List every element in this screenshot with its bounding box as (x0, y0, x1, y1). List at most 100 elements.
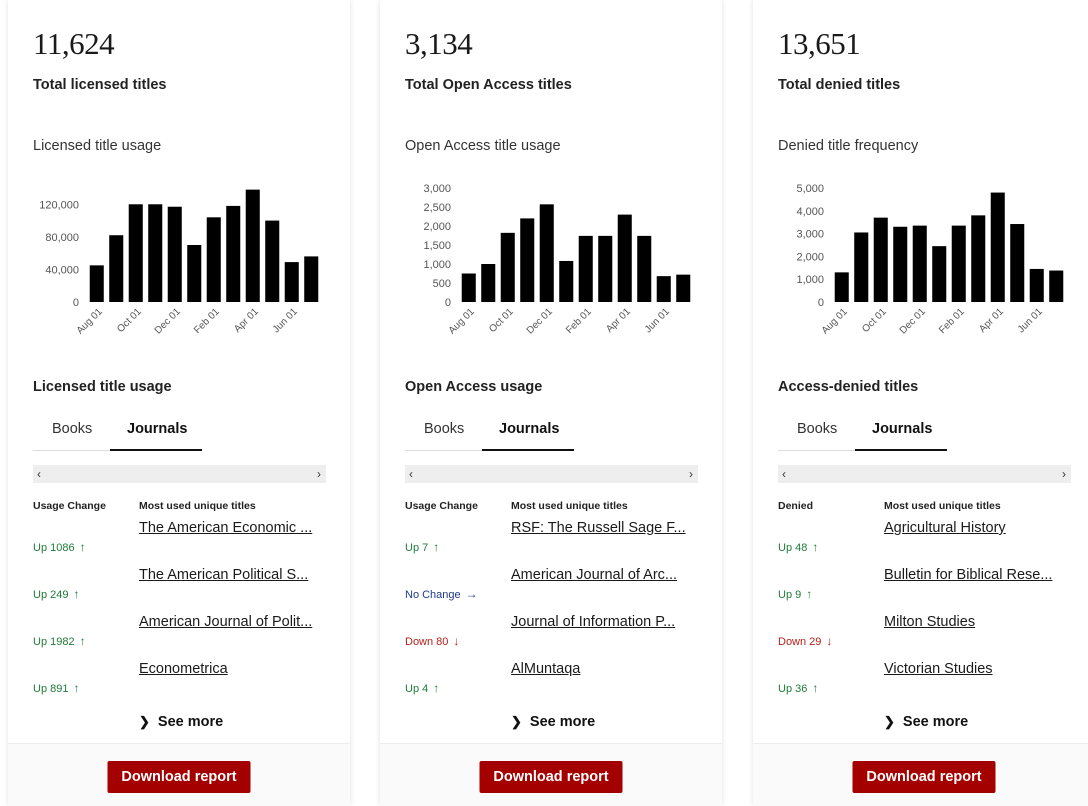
download-report-button[interactable]: Download report (107, 761, 251, 793)
tab-journals[interactable]: Journals (872, 421, 932, 437)
horizontal-scrollbar[interactable]: ‹ › (405, 465, 698, 483)
y-tick-label: 1,000 (796, 274, 824, 286)
tab-books[interactable]: Books (52, 421, 92, 437)
bar[interactable] (109, 235, 124, 302)
x-tick-label: Jun 01 (643, 306, 672, 335)
bar[interactable] (834, 272, 849, 302)
bar[interactable] (481, 264, 496, 302)
bar[interactable] (187, 245, 202, 302)
chevron-right-icon: ❯ (139, 714, 150, 729)
x-tick-label: Oct 01 (860, 306, 889, 335)
list-item: Up 4 ↑ AlMuntaqa (405, 661, 705, 701)
list-item: Up 48 ↑ Agricultural History (778, 520, 1078, 560)
bar[interactable] (893, 226, 908, 302)
horizontal-scrollbar[interactable]: ‹ › (33, 465, 326, 483)
tab-journals[interactable]: Journals (127, 421, 187, 437)
bar[interactable] (617, 214, 632, 302)
bar[interactable] (951, 225, 966, 302)
bar[interactable] (578, 235, 593, 302)
bar[interactable] (206, 217, 221, 302)
y-tick-label: 0 (445, 297, 451, 309)
bar[interactable] (656, 276, 671, 302)
arrow-up-icon: ↑ (79, 540, 86, 554)
usage-change-label: Up 36 (778, 683, 808, 695)
total-count: 13,651 (778, 26, 861, 61)
bar[interactable] (912, 225, 927, 302)
bar[interactable] (500, 232, 515, 302)
chevron-left-icon[interactable]: ‹ (37, 465, 41, 483)
title-link[interactable]: Agricultural History (884, 520, 1074, 536)
bar[interactable] (148, 204, 163, 302)
title-link[interactable]: Milton Studies (884, 614, 1074, 630)
bar[interactable] (265, 220, 280, 302)
title-link[interactable]: American Journal of Polit... (139, 614, 329, 630)
y-tick-label: 1,500 (423, 240, 451, 252)
download-report-button[interactable]: Download report (852, 761, 996, 793)
bar[interactable] (559, 260, 574, 302)
bar-chart: 0 500 1,000 1,500 2,000 2,500 3,000 Aug 01 Oct 0… (423, 183, 691, 337)
title-link[interactable]: RSF: The Russell Sage F... (511, 520, 701, 536)
tab-books[interactable]: Books (797, 421, 837, 437)
y-tick-label: 4,000 (796, 206, 824, 218)
x-tick-label: Feb 01 (192, 306, 222, 336)
bar[interactable] (1010, 224, 1025, 302)
bar[interactable] (539, 204, 554, 302)
bar[interactable] (520, 218, 535, 302)
bar[interactable] (284, 262, 299, 302)
tab-bar: Books Journals (778, 413, 947, 451)
bar[interactable] (932, 246, 947, 302)
see-more-link[interactable]: ❯ See more (884, 714, 968, 730)
bar[interactable] (304, 256, 319, 302)
usage-change-label: Down 29 (778, 636, 822, 648)
bar[interactable] (598, 235, 613, 302)
bar[interactable] (226, 205, 241, 302)
bar[interactable] (245, 189, 260, 302)
list-item: Down 29 ↓ Milton Studies (778, 614, 1078, 654)
bar[interactable] (89, 265, 104, 302)
title-link[interactable]: American Journal of Arc... (511, 567, 701, 583)
horizontal-scrollbar[interactable]: ‹ › (778, 465, 1071, 483)
chevron-right-icon[interactable]: › (689, 465, 693, 483)
list-item: Up 1086 ↑ The American Economic ... (33, 520, 333, 560)
download-report-button[interactable]: Download report (479, 761, 623, 793)
bar[interactable] (971, 215, 986, 302)
chevron-right-icon[interactable]: › (317, 465, 321, 483)
bar[interactable] (873, 217, 888, 302)
total-count: 3,134 (405, 26, 473, 61)
bar[interactable] (1029, 268, 1044, 302)
chevron-left-icon[interactable]: ‹ (782, 465, 786, 483)
bar[interactable] (1049, 270, 1064, 302)
column-header-change: Denied (778, 500, 814, 512)
bar[interactable] (854, 232, 869, 302)
usage-change: Up 891 ↑ (33, 681, 79, 695)
title-link[interactable]: Bulletin for Biblical Rese... (884, 567, 1074, 583)
title-link[interactable]: Econometrica (139, 661, 329, 677)
bar[interactable] (167, 206, 182, 302)
chevron-right-icon[interactable]: › (1062, 465, 1066, 483)
tab-books[interactable]: Books (424, 421, 464, 437)
title-link[interactable]: AlMuntaqa (511, 661, 701, 677)
bar[interactable] (461, 273, 476, 303)
see-more-link[interactable]: ❯ See more (511, 714, 595, 730)
y-tick-label: 120,000 (39, 199, 79, 211)
chart-title: Denied title frequency (778, 138, 919, 154)
bar-chart: 0 1,000 2,000 3,000 4,000 5,000 Aug 01 Oct 01 De… (796, 183, 1064, 337)
see-more-link[interactable]: ❯ See more (139, 714, 223, 730)
title-link[interactable]: The American Political S... (139, 567, 329, 583)
arrow-down-icon: ↓ (826, 634, 833, 648)
title-link[interactable]: Journal of Information P... (511, 614, 701, 630)
title-link[interactable]: The American Economic ... (139, 520, 329, 536)
chevron-left-icon[interactable]: ‹ (409, 465, 413, 483)
bar[interactable] (676, 274, 691, 302)
chart-title: Open Access title usage (405, 138, 561, 154)
bar[interactable] (637, 235, 652, 302)
title-link[interactable]: Victorian Studies (884, 661, 1074, 677)
tab-journals[interactable]: Journals (499, 421, 559, 437)
see-more-label: See more (529, 714, 596, 730)
usage-change-label: Up 891 (33, 683, 69, 695)
bar[interactable] (990, 192, 1005, 302)
bar[interactable] (128, 204, 143, 302)
section-title: Access-denied titles (778, 379, 919, 395)
list-item: Up 891 ↑ Econometrica (33, 661, 333, 701)
tab-bar: Books Journals (405, 413, 574, 451)
